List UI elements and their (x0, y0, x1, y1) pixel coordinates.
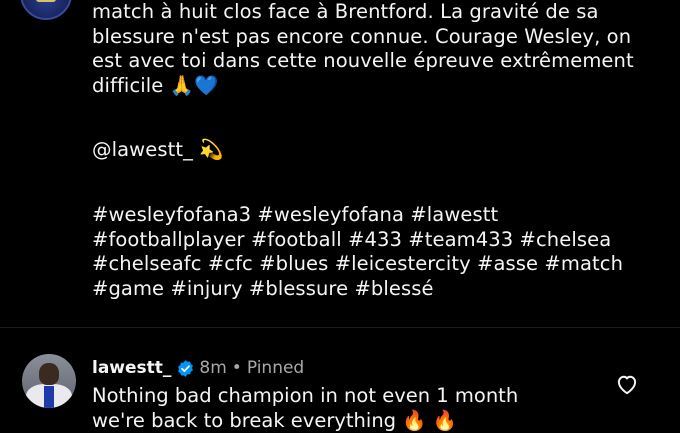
comment-line-2-text: we're back to break everything (92, 408, 397, 432)
fire-emoji: 🔥 (432, 408, 458, 432)
blue-heart-emoji: 💙 (194, 73, 219, 97)
praying-hands-emoji: 🙏 (169, 73, 195, 97)
hashtag-line-3[interactable]: #chelseafc #cfc #blues #leicestercity #a… (92, 252, 672, 277)
caption-line-4: difficile 🙏💙 (92, 74, 672, 99)
mention-link[interactable]: @lawestt_ (92, 138, 193, 161)
post-author-avatar[interactable] (20, 0, 72, 20)
hashtag-line-4[interactable]: #game #injury #blessure #blessé (92, 277, 672, 302)
caption-line-3: est avec toi dans cette nouvelle épreuve… (92, 49, 634, 73)
hashtag-line-2[interactable]: #footballplayer #football #433 #team433 … (92, 228, 672, 253)
hashtag-line-1[interactable]: #wesleyfofana3 #wesleyfofana #lawestt (92, 203, 672, 228)
caption-line-1: match à huit clos face à Brentford. La g… (92, 0, 599, 23)
hashtag-block: #wesleyfofana3 #wesleyfofana #lawestt #f… (92, 203, 672, 301)
comment-username[interactable]: lawestt_ (92, 358, 171, 378)
meta-separator: • (231, 358, 242, 378)
comment-author-avatar[interactable] (22, 354, 76, 408)
dizzy-emoji: 💫 (199, 138, 224, 162)
heart-outline-icon (617, 375, 637, 395)
verified-badge-icon (176, 359, 195, 378)
comment-header: lawestt_ 8m • Pinned (92, 356, 304, 380)
caption-line-2: blessure n'est pas encore connue. Courag… (92, 24, 632, 48)
mention-line: @lawestt_ 💫 (92, 138, 672, 163)
comment-body: Nothing bad champion in not even 1 month… (92, 384, 612, 433)
post-caption: match à huit clos face à Brentford. La g… (92, 0, 672, 301)
like-comment-button[interactable] (614, 371, 640, 397)
comment-line-1: Nothing bad champion in not even 1 month (92, 384, 519, 407)
caption-line-4-text: difficile (92, 73, 164, 97)
fire-emoji: 🔥 (402, 408, 427, 432)
comment-timestamp: 8m (199, 358, 227, 378)
comment-line-2: we're back to break everything 🔥 🔥 (92, 409, 612, 433)
section-divider (0, 327, 680, 328)
pinned-label: Pinned (246, 358, 305, 378)
